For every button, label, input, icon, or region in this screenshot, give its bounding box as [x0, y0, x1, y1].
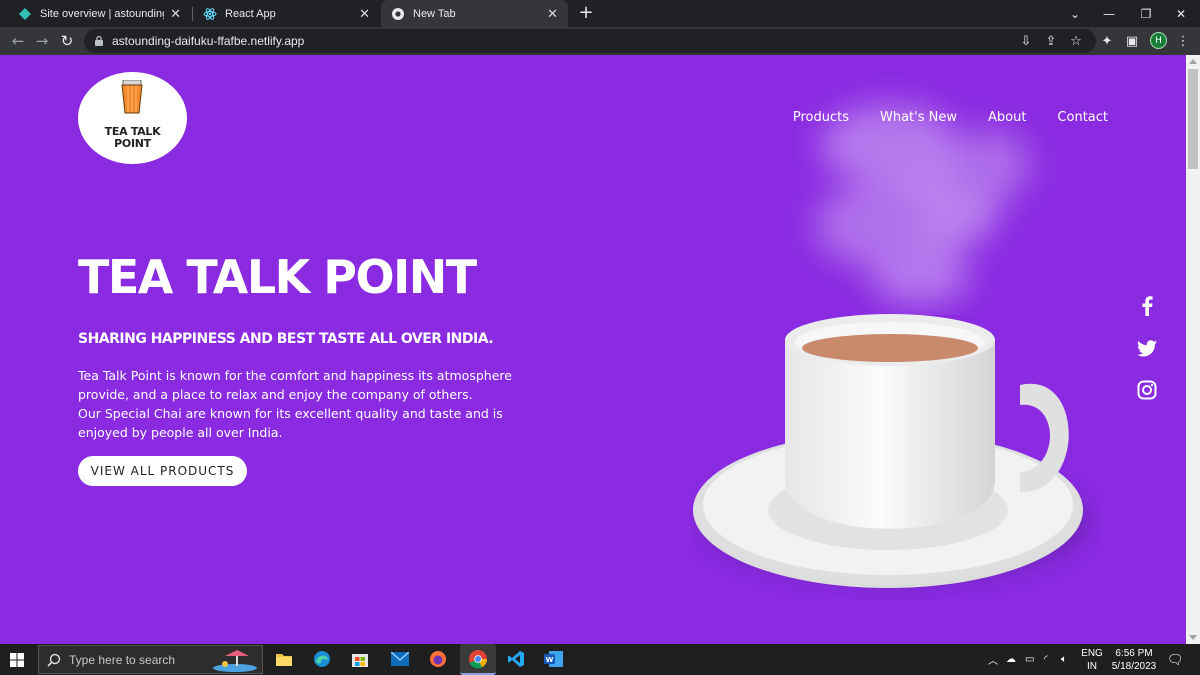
- hero-description: Tea Talk Point is known for the comfort …: [78, 366, 528, 442]
- onedrive-cloud-icon[interactable]: ☁: [1006, 644, 1016, 675]
- vscode-icon[interactable]: [505, 648, 527, 670]
- netlify-icon: [19, 7, 31, 20]
- restore-button[interactable]: ❐: [1127, 0, 1165, 27]
- battery-icon[interactable]: ▭: [1025, 644, 1034, 675]
- reload-icon[interactable]: ↻: [57, 31, 77, 51]
- tab-title: React App: [225, 7, 276, 20]
- share-icon[interactable]: ⇪: [1043, 33, 1059, 49]
- nav-whats-new[interactable]: What's New: [880, 110, 957, 125]
- search-placeholder: Type here to search: [69, 652, 176, 667]
- search-icon: [47, 653, 61, 667]
- hero-paragraph-1: Tea Talk Point is known for the comfort …: [78, 368, 512, 402]
- tab-title: Site overview | astounding-daifuk: [40, 7, 164, 20]
- site-logo[interactable]: TEA TALK POINT: [78, 72, 187, 164]
- hero-subtitle: SHARING HAPPINESS AND BEST TASTE ALL OVE…: [78, 331, 494, 347]
- hero-paragraph-2: Our Special Chai are known for its excel…: [78, 406, 503, 440]
- close-window-button[interactable]: ✕: [1162, 0, 1200, 27]
- tab-title: New Tab: [413, 7, 456, 20]
- hero-title: TEA TALK POINT: [78, 250, 477, 304]
- notifications-icon[interactable]: 🗨︎: [1167, 644, 1184, 675]
- logo-line-2: POINT: [114, 137, 151, 150]
- language-indicator[interactable]: ENG IN: [1080, 647, 1104, 673]
- wifi-icon[interactable]: ◜: [1044, 644, 1048, 675]
- close-icon[interactable]: ✕: [359, 6, 370, 22]
- volume-icon[interactable]: 🔈︎: [1061, 644, 1067, 675]
- install-app-icon[interactable]: ⇩: [1018, 33, 1034, 49]
- file-explorer-icon[interactable]: [273, 648, 295, 670]
- firefox-icon[interactable]: [427, 648, 449, 670]
- scroll-up-arrow[interactable]: [1189, 59, 1197, 64]
- twitter-icon[interactable]: [1136, 337, 1158, 359]
- tab-search-icon[interactable]: ⌄: [1056, 0, 1094, 27]
- microsoft-store-icon[interactable]: [349, 648, 371, 670]
- forward-arrow-icon[interactable]: →: [32, 31, 52, 51]
- close-icon[interactable]: ✕: [170, 6, 181, 22]
- web-page: TEA TALK POINT Products What's New About…: [0, 55, 1186, 644]
- clock-time: 6:56 PM: [1115, 648, 1153, 659]
- nav-about[interactable]: About: [988, 110, 1026, 125]
- extensions-icon[interactable]: ✦: [1099, 33, 1115, 49]
- browser-tab-bar: Site overview | astounding-daifuk ✕ Reac…: [0, 0, 1200, 27]
- tea-cup-illustration: [693, 314, 1090, 588]
- tab-new-tab[interactable]: New Tab ✕: [381, 0, 568, 27]
- word-icon[interactable]: W: [543, 648, 565, 670]
- scrollbar-thumb[interactable]: [1188, 69, 1198, 169]
- scroll-down-arrow[interactable]: [1189, 635, 1197, 640]
- clock-date: 5/18/2023: [1111, 661, 1157, 672]
- tray-overflow-chevron-icon[interactable]: ︿: [988, 644, 998, 675]
- edge-icon[interactable]: [311, 648, 333, 670]
- windows-start-icon[interactable]: [10, 653, 24, 667]
- bookmark-star-icon[interactable]: ☆: [1068, 33, 1084, 49]
- profile-avatar[interactable]: H: [1150, 32, 1167, 49]
- browser-toolbar: ← → ↻ astounding-daifuku-ffafbe.netlify.…: [0, 27, 1200, 55]
- instagram-icon[interactable]: [1136, 379, 1158, 401]
- windows-taskbar: Type here to search W ︿ ☁ ▭ ◜ 🔈︎ ENG IN: [0, 644, 1200, 675]
- menu-kebab-icon[interactable]: ⋮: [1175, 33, 1191, 49]
- new-tab-button[interactable]: +: [576, 3, 596, 23]
- lock-icon: [95, 35, 103, 46]
- page-scrollbar[interactable]: [1186, 55, 1200, 644]
- side-panel-icon[interactable]: ▣: [1124, 33, 1140, 49]
- system-clock[interactable]: 6:56 PM 5/18/2023: [1108, 647, 1160, 673]
- svg-text:W: W: [546, 656, 554, 664]
- tea-glass-icon: [121, 80, 143, 114]
- mail-icon[interactable]: [389, 648, 411, 670]
- language-code: ENG: [1081, 648, 1103, 659]
- view-all-products-button[interactable]: VIEW ALL PRODUCTS: [78, 456, 247, 486]
- logo-wordmark: TEA TALK POINT: [78, 126, 187, 150]
- main-nav: Products What's New About Contact: [793, 110, 1108, 125]
- region-code: IN: [1087, 661, 1097, 672]
- back-arrow-icon[interactable]: ←: [8, 31, 28, 51]
- address-bar[interactable]: astounding-daifuku-ffafbe.netlify.app: [84, 29, 1096, 53]
- chrome-taskbar-icon[interactable]: [460, 644, 496, 675]
- taskbar-search-box[interactable]: Type here to search: [38, 645, 263, 674]
- minimize-button[interactable]: —: [1090, 0, 1128, 27]
- search-highlight-icon: [213, 650, 257, 672]
- url-text: astounding-daifuku-ffafbe.netlify.app: [112, 34, 305, 48]
- react-icon: [203, 7, 217, 20]
- nav-contact[interactable]: Contact: [1057, 110, 1108, 125]
- chrome-icon: [392, 7, 404, 20]
- facebook-icon[interactable]: [1136, 295, 1158, 317]
- nav-products[interactable]: Products: [793, 110, 849, 125]
- close-icon[interactable]: ✕: [547, 6, 558, 22]
- tab-site-overview[interactable]: Site overview | astounding-daifuk ✕: [8, 0, 191, 27]
- tab-react-app[interactable]: React App ✕: [193, 0, 380, 27]
